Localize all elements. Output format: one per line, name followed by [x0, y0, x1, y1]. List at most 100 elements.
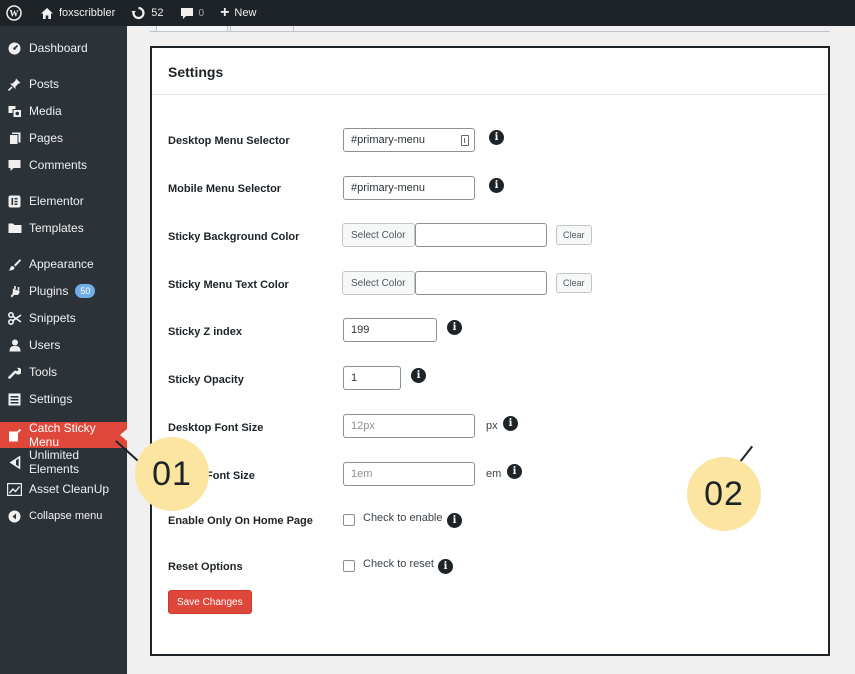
sidebar-item-templates[interactable]: Templates — [0, 215, 127, 241]
sidebar-item-label: Comments — [29, 158, 88, 172]
reset-checkbox[interactable] — [343, 560, 355, 572]
sidebar-item-pages[interactable]: Pages — [0, 125, 127, 151]
elementor-icon — [7, 194, 22, 209]
sidebar-item-plugins[interactable]: Plugins 50 — [0, 278, 127, 304]
info-icon[interactable]: i — [489, 130, 504, 145]
sidebar-item-label: Plugins — [29, 284, 69, 298]
sidebar-item-label: Collapse menu — [29, 510, 103, 522]
info-icon[interactable]: i — [438, 559, 453, 574]
comments-link[interactable]: 0 — [172, 0, 213, 26]
home-only-checkbox[interactable] — [343, 514, 355, 526]
sidebar-item-label: Users — [29, 338, 61, 352]
reset-options-label: Reset Options — [168, 561, 243, 573]
sidebar-item-label: Catch Sticky Menu — [29, 421, 96, 449]
media-icon — [7, 104, 22, 119]
sidebar-item-snippets[interactable]: Snippets — [0, 305, 127, 331]
sidebar-item-unlimited-elements[interactable]: Unlimited Elements — [0, 448, 127, 476]
info-icon[interactable]: i — [503, 416, 518, 431]
sticky-menu-icon — [7, 428, 22, 443]
home-icon — [41, 7, 53, 19]
bg-select-color-button[interactable]: Select Color — [342, 223, 415, 247]
pages-icon — [7, 131, 22, 146]
sticky-opacity-label: Sticky Opacity — [168, 374, 244, 386]
callout-01: 01 — [135, 437, 209, 511]
pin-icon — [7, 77, 22, 92]
settings-icon — [7, 392, 22, 407]
panel-divider — [152, 94, 828, 95]
info-icon[interactable]: i — [489, 178, 504, 193]
sticky-background-color-label: Sticky Background Color — [168, 231, 300, 243]
sidebar-item-label: Elementor — [29, 194, 84, 208]
scissors-icon — [7, 311, 22, 326]
updates-count: 52 — [151, 7, 164, 19]
new-content-link[interactable]: + New — [212, 0, 264, 26]
nav-tab-wrapper — [150, 26, 830, 32]
text-clear-button[interactable]: Clear — [556, 273, 592, 293]
info-icon[interactable]: i — [507, 464, 522, 479]
sticky-z-index-value: 199 — [351, 324, 370, 336]
mobile-menu-selector-input[interactable]: #primary-menu — [343, 176, 475, 200]
info-icon[interactable]: i — [447, 513, 462, 528]
nav-tab[interactable] — [230, 26, 294, 32]
desktop-font-size-placeholder: 12px — [351, 420, 375, 432]
wrench-icon — [7, 365, 22, 380]
sidebar-item-label: Asset CleanUp — [29, 482, 110, 496]
unlimited-icon — [7, 455, 22, 470]
home-only-label: Enable Only On Home Page — [168, 515, 313, 527]
sidebar-item-catch-sticky-menu[interactable]: Catch Sticky Menu — [0, 421, 127, 449]
desktop-font-size-input[interactable]: 12px — [343, 414, 475, 438]
updates-link[interactable]: 52 — [123, 0, 171, 26]
comment-bubble-icon — [180, 7, 193, 19]
save-changes-button[interactable]: Save Changes — [168, 590, 252, 614]
wordpress-logo-button[interactable]: W — [0, 0, 32, 26]
callout-02: 02 — [687, 457, 761, 531]
folder-icon — [7, 221, 22, 236]
desktop-font-size-unit: px — [486, 420, 498, 432]
sidebar-item-dashboard[interactable]: Dashboard — [0, 35, 127, 61]
bg-color-input[interactable] — [415, 223, 547, 247]
bg-clear-button[interactable]: Clear — [556, 225, 592, 245]
plus-icon: + — [220, 4, 230, 21]
nav-tab[interactable] — [156, 26, 228, 32]
site-name-link[interactable]: foxscribbler — [32, 0, 123, 26]
admin-bar: W foxscribbler 52 0 + New — [0, 0, 855, 26]
sidebar-item-label: Unlimited Elements — [29, 448, 80, 476]
desktop-menu-selector-label: Desktop Menu Selector — [168, 135, 290, 147]
user-icon — [7, 338, 22, 353]
collapse-icon — [7, 509, 22, 524]
sticky-z-index-label: Sticky Z index — [168, 326, 242, 338]
sticky-z-index-input[interactable]: 199 — [343, 318, 437, 342]
dashboard-icon — [7, 41, 22, 56]
text-select-color-button[interactable]: Select Color — [342, 271, 415, 295]
mobile-menu-selector-value: #primary-menu — [351, 182, 425, 194]
plugins-update-badge: 50 — [75, 284, 96, 298]
info-icon[interactable]: i — [447, 320, 462, 335]
sidebar-item-label: Templates — [29, 221, 84, 235]
desktop-menu-selector-input[interactable]: #primary-menu — [343, 128, 475, 152]
sidebar-item-label: Dashboard — [29, 41, 88, 55]
text-color-input[interactable] — [415, 271, 547, 295]
info-icon[interactable]: i — [411, 368, 426, 383]
sidebar-item-posts[interactable]: Posts — [0, 71, 127, 97]
comments-count: 0 — [198, 7, 205, 19]
sidebar-item-elementor[interactable]: Elementor — [0, 188, 127, 214]
new-label: New — [234, 7, 257, 19]
sidebar-item-media[interactable]: Media — [0, 98, 127, 124]
sidebar-item-comments[interactable]: Comments — [0, 152, 127, 178]
sidebar-item-label: Appearance — [29, 257, 94, 271]
desktop-font-size-label: Desktop Font Size — [168, 422, 264, 434]
sidebar-item-users[interactable]: Users — [0, 332, 127, 358]
sidebar-item-tools[interactable]: Tools — [0, 359, 127, 385]
sidebar-item-asset-cleanup[interactable]: Asset CleanUp — [0, 476, 127, 502]
sidebar-item-appearance[interactable]: Appearance — [0, 251, 127, 277]
sidebar-item-label: Settings — [29, 392, 73, 406]
collapse-menu-button[interactable]: Collapse menu — [0, 503, 127, 529]
sticky-opacity-value: 1 — [351, 372, 358, 384]
sidebar-item-settings[interactable]: Settings — [0, 386, 127, 412]
sticky-opacity-input[interactable]: 1 — [343, 366, 401, 390]
autofill-key-icon[interactable] — [461, 135, 469, 146]
mobile-font-size-input[interactable]: 1em — [343, 462, 475, 486]
sidebar-item-label: Snippets — [29, 311, 76, 325]
comment-icon — [7, 158, 22, 173]
wordpress-icon: W — [6, 5, 22, 21]
